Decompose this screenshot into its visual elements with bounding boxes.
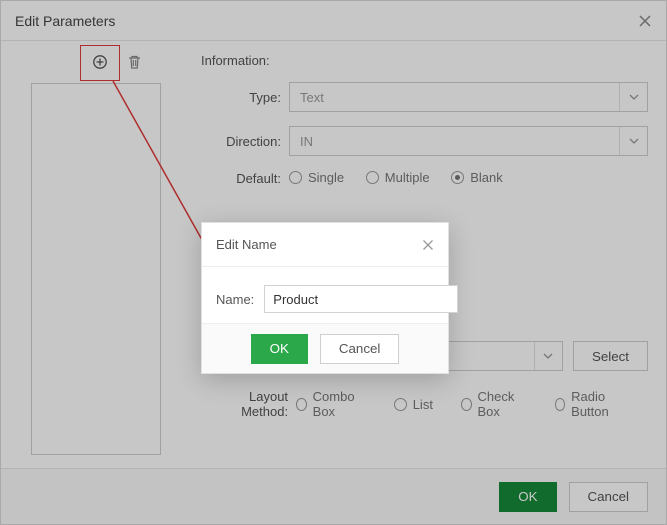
layout-radio-group: Combo Box List Check Box Radio Button bbox=[296, 389, 648, 419]
modal-ok-button[interactable]: OK bbox=[251, 334, 308, 364]
default-radio-multiple[interactable]: Multiple bbox=[366, 170, 430, 185]
layout-radio-radio[interactable]: Radio Button bbox=[555, 389, 630, 419]
layout-radio-combo[interactable]: Combo Box bbox=[296, 389, 366, 419]
modal-cancel-button[interactable]: Cancel bbox=[320, 334, 400, 364]
default-radio-single[interactable]: Single bbox=[289, 170, 344, 185]
titlebar: Edit Parameters bbox=[1, 1, 666, 41]
cancel-button[interactable]: Cancel bbox=[569, 482, 649, 512]
name-label: Name: bbox=[216, 292, 254, 307]
name-input[interactable] bbox=[264, 285, 458, 313]
default-radio-blank[interactable]: Blank bbox=[451, 170, 503, 185]
chevron-down-icon bbox=[619, 83, 647, 111]
type-select[interactable]: Text bbox=[289, 82, 648, 112]
modal-title: Edit Name bbox=[216, 237, 277, 252]
default-label: Default: bbox=[201, 171, 281, 186]
edit-name-modal: Edit Name Name: OK Cancel bbox=[201, 222, 449, 374]
close-icon[interactable] bbox=[638, 14, 652, 28]
direction-select[interactable]: IN bbox=[289, 126, 648, 156]
ok-button[interactable]: OK bbox=[499, 482, 556, 512]
modal-footer: OK Cancel bbox=[202, 323, 448, 373]
parameter-list[interactable] bbox=[31, 83, 161, 455]
trash-icon[interactable] bbox=[125, 53, 143, 71]
select-button[interactable]: Select bbox=[573, 341, 648, 371]
close-icon[interactable] bbox=[422, 239, 434, 251]
annotation-highlight-box bbox=[80, 45, 120, 81]
layout-label: Layout Method: bbox=[201, 389, 288, 419]
layout-radio-check[interactable]: Check Box bbox=[461, 389, 527, 419]
direction-label: Direction: bbox=[201, 134, 281, 149]
dialog-footer: OK Cancel bbox=[1, 468, 666, 524]
info-section-label: Information: bbox=[201, 53, 648, 68]
dialog-title: Edit Parameters bbox=[15, 13, 115, 29]
chevron-down-icon bbox=[534, 342, 562, 370]
modal-titlebar: Edit Name bbox=[202, 223, 448, 267]
chevron-down-icon bbox=[619, 127, 647, 155]
type-value: Text bbox=[300, 90, 324, 105]
direction-value: IN bbox=[300, 134, 313, 149]
layout-radio-list[interactable]: List bbox=[394, 397, 433, 412]
default-radio-group: Single Multiple Blank bbox=[289, 170, 521, 187]
type-label: Type: bbox=[201, 90, 281, 105]
